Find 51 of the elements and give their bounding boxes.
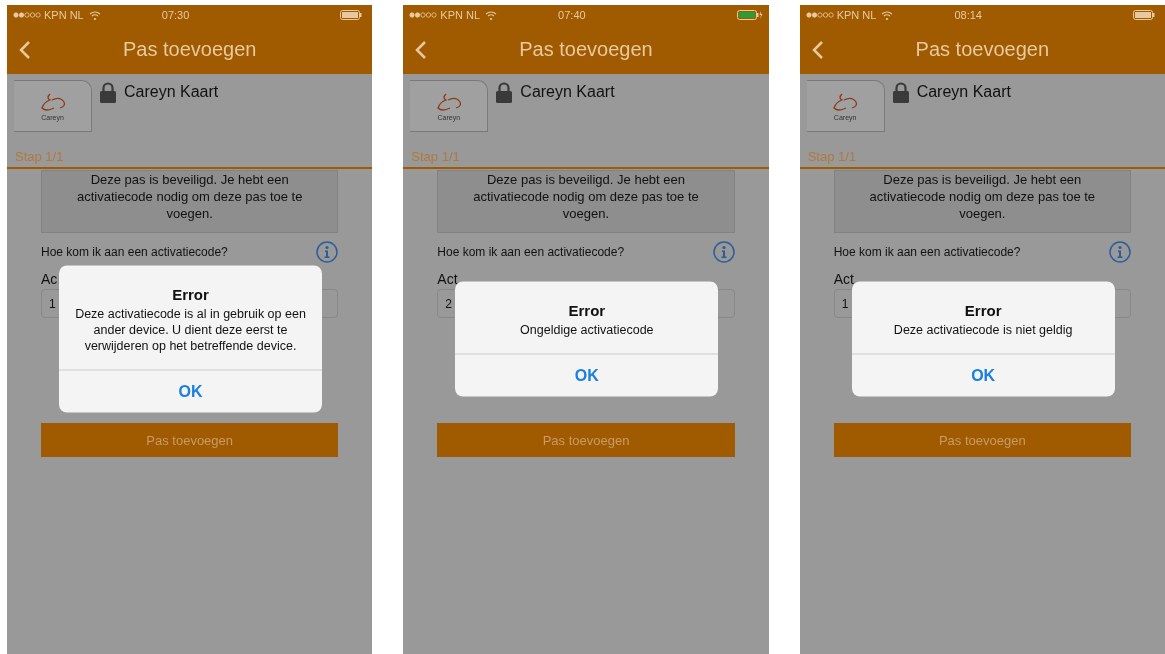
step-label: Stap 1/1	[806, 149, 858, 164]
info-icon[interactable]	[1109, 241, 1131, 263]
notice-text: Deze pas is beveiligd. Je hebt een activatiecode nodig om deze pas toe te voegen.	[833, 170, 1131, 233]
back-chevron-icon[interactable]	[811, 39, 824, 60]
status-time: 08:14	[953, 9, 983, 21]
card-name: Careyn Kaart	[916, 83, 1011, 101]
dialog-title: Error	[964, 301, 1002, 319]
card-name: Careyn Kaart	[520, 83, 615, 101]
carrier-label: KPN NL	[440, 9, 481, 21]
ok-button[interactable]: OK	[455, 353, 719, 397]
back-chevron-icon[interactable]	[415, 39, 428, 60]
dialog-message: Ongeldige activatiecode	[520, 321, 654, 338]
status-time: 07:30	[160, 9, 191, 21]
signal-dots-icon	[13, 12, 41, 18]
signal-dots-icon	[409, 12, 438, 18]
lock-icon	[496, 82, 513, 103]
wifi-icon	[881, 10, 894, 20]
info-icon[interactable]	[316, 241, 339, 263]
info-icon[interactable]	[712, 241, 735, 263]
wifi-icon	[88, 10, 101, 20]
help-question: Hoe kom ik aan een activatiecode?	[833, 245, 1021, 259]
status-time: 07:40	[557, 9, 587, 21]
carrier-label: KPN NL	[836, 9, 877, 21]
card-name: Careyn Kaart	[124, 83, 219, 101]
dialog-message: Deze activatiecode is niet geldig	[893, 321, 1073, 338]
dialog-title: Error	[568, 301, 606, 319]
nav-title: Pas toevoegen	[518, 38, 654, 61]
wifi-icon	[485, 10, 498, 20]
help-question: Hoe kom ik aan een activatiecode?	[437, 245, 625, 259]
lock-icon	[892, 82, 909, 103]
step-label: Stap 1/1	[14, 149, 65, 164]
dialog-message: Deze activatiecode is al in gebruik op een ander device. U dient deze eerst te verwijderen op het betreffende device.	[74, 305, 307, 354]
step-label: Stap 1/1	[410, 149, 461, 164]
signal-dots-icon	[805, 12, 834, 18]
notice-text: Deze pas is beveiligd. Je hebt een activatiecode nodig om deze pas toe te voegen.	[437, 170, 735, 233]
lock-icon	[100, 82, 116, 103]
nav-title: Pas toevoegen	[121, 38, 258, 61]
carrier-label: KPN NL	[44, 9, 84, 21]
ok-button[interactable]: OK	[851, 353, 1115, 397]
add-card-button[interactable]: Pas toevoegen	[833, 423, 1131, 457]
nav-title: Pas toevoegen	[914, 38, 1051, 61]
help-question: Hoe kom ik aan een activatiecode?	[41, 245, 228, 259]
dialog-title: Error	[172, 285, 209, 303]
code-label: Act	[437, 271, 458, 287]
add-card-button[interactable]: Pas toevoegen	[41, 423, 339, 457]
add-card-button[interactable]: Pas toevoegen	[437, 423, 735, 457]
code-label: Ac	[41, 271, 58, 287]
code-label: Act	[833, 271, 854, 287]
ok-button[interactable]: OK	[59, 369, 322, 413]
notice-text: Deze pas is beveiligd. Je hebt een activatiecode nodig om deze pas toe te voegen.	[41, 170, 339, 233]
back-chevron-icon[interactable]	[19, 39, 31, 60]
